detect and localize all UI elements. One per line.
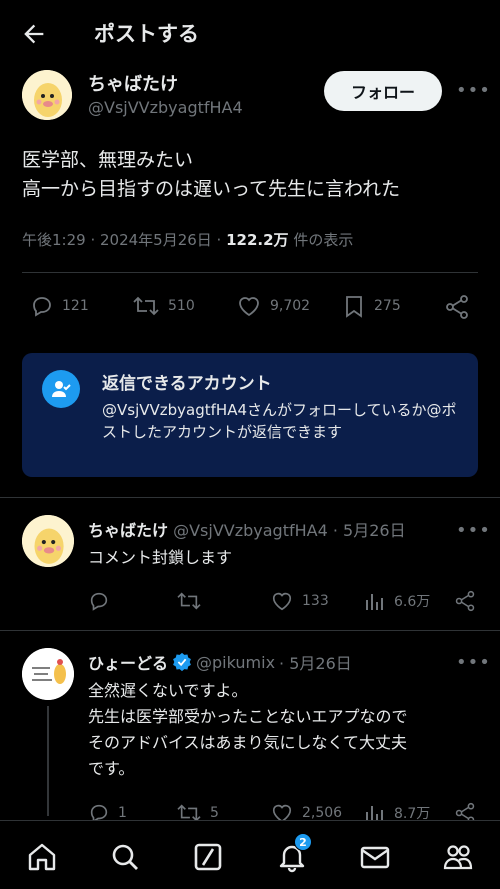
reply-icon[interactable] <box>88 590 110 612</box>
reply-action[interactable]: 121 <box>30 294 89 318</box>
page-title: ポストする <box>94 22 199 46</box>
like-action[interactable]: 133 <box>270 590 329 612</box>
like-action[interactable]: 9,702 <box>236 294 310 318</box>
reply-restriction-notice: 返信できるアカウント @VsjVVzbyagtfHA4さんがフォローしているか@… <box>22 353 478 477</box>
top-bar: ポストする <box>0 0 500 66</box>
user-check-icon <box>42 370 80 408</box>
messages-icon[interactable] <box>359 841 391 873</box>
views-action[interactable]: 6.6万 <box>364 590 430 612</box>
post-text-line: 医学部、無理みたい <box>22 149 194 171</box>
post-meta: 午後1:29 · 2024年5月26日 · 122.2万 件の表示 <box>22 229 353 250</box>
bookmark-action[interactable]: 275 <box>342 294 401 318</box>
avatar[interactable] <box>22 70 72 120</box>
share-icon[interactable] <box>444 294 470 320</box>
post-text-line: 高一から目指すのは遅いって先生に言われた <box>22 178 401 200</box>
repost-count: 5 <box>210 805 219 821</box>
reply-header: ひょーどる @pikumix · 5月26日 <box>88 650 458 674</box>
reply-date: · 5月26日 <box>279 654 352 673</box>
author-handle[interactable]: @VsjVVzbyagtfHA4 <box>88 98 243 117</box>
like-count: 2,506 <box>302 805 343 821</box>
reply-text: コメント封鎖します <box>88 548 233 567</box>
analytics-icon <box>366 594 383 610</box>
divider <box>0 630 500 631</box>
post-text: 医学部、無理みたい 高一から目指すのは遅いって先生に言われた <box>22 146 400 204</box>
bottom-nav: 2 <box>0 820 500 889</box>
divider <box>0 497 500 498</box>
communities-icon[interactable] <box>442 841 474 873</box>
view-count: 122.2万 <box>226 231 289 249</box>
reply-author-name[interactable]: ひょーどる <box>88 650 168 674</box>
reply-icon <box>33 297 51 317</box>
reply-author-name[interactable]: ちゃばたけ <box>88 521 168 540</box>
author-name[interactable]: ちゃばたけ <box>88 70 178 96</box>
bookmark-icon <box>346 296 362 318</box>
avatar-image-icon <box>22 515 74 567</box>
divider <box>22 272 478 273</box>
search-icon[interactable] <box>109 841 141 873</box>
reply-text-line: です。 <box>88 759 135 778</box>
like-count: 9,702 <box>270 298 311 314</box>
reply-text: 全然遅くないですよ。 先生は医学部受かったことないエアプなので そのアドバイスは… <box>88 678 408 782</box>
home-icon[interactable] <box>26 841 58 873</box>
avatar-image-icon <box>22 70 72 120</box>
reply-header: ちゃばたけ @VsjVVzbyagtfHA4 · 5月26日 <box>88 517 448 541</box>
reply-author-handle[interactable]: @VsjVVzbyagtfHA4 <box>173 521 328 540</box>
more-options-icon[interactable]: ••• <box>456 520 491 541</box>
notification-badge: 2 <box>294 833 312 851</box>
reply-count: 1 <box>118 805 127 821</box>
heart-icon <box>272 592 292 611</box>
like-count: 133 <box>302 593 329 609</box>
reply-text-line: 全然遅くないですよ。 <box>88 681 248 700</box>
avatar[interactable] <box>22 515 74 567</box>
repost-icon[interactable] <box>176 590 202 612</box>
repost-icon <box>133 296 159 316</box>
reply-author-handle[interactable]: @pikumix <box>196 653 275 672</box>
share-icon[interactable] <box>454 590 476 612</box>
verified-badge-icon <box>173 652 191 672</box>
post-time: 午後1:29 · 2024年5月26日 · <box>22 231 227 249</box>
more-options-icon[interactable]: ••• <box>456 80 491 101</box>
reply-count: 121 <box>62 298 89 314</box>
reply-text-line: そのアドバイスはあまり気にしなくて大丈夫 <box>88 733 408 752</box>
view-count: 6.6万 <box>394 594 431 610</box>
thread-line <box>47 706 49 816</box>
more-options-icon[interactable]: ••• <box>456 652 491 673</box>
back-arrow-icon[interactable] <box>20 20 48 48</box>
bookmark-count: 275 <box>374 298 401 314</box>
view-suffix: 件の表示 <box>288 231 354 249</box>
heart-icon <box>239 297 259 317</box>
notice-title: 返信できるアカウント <box>102 374 272 394</box>
avatar[interactable] <box>22 648 74 700</box>
repost-count: 510 <box>168 298 195 314</box>
notice-body: @VsjVVzbyagtfHA4さんがフォローしているか@ポストしたアカウントが… <box>102 401 457 441</box>
follow-button[interactable]: フォロー <box>324 71 442 111</box>
avatar-image-icon <box>22 648 74 700</box>
grok-icon[interactable] <box>192 841 224 873</box>
reply-date: · 5月26日 <box>332 521 406 540</box>
reply-text-line: 先生は医学部受かったことないエアプなので <box>88 707 408 726</box>
repost-action[interactable]: 510 <box>132 294 195 318</box>
